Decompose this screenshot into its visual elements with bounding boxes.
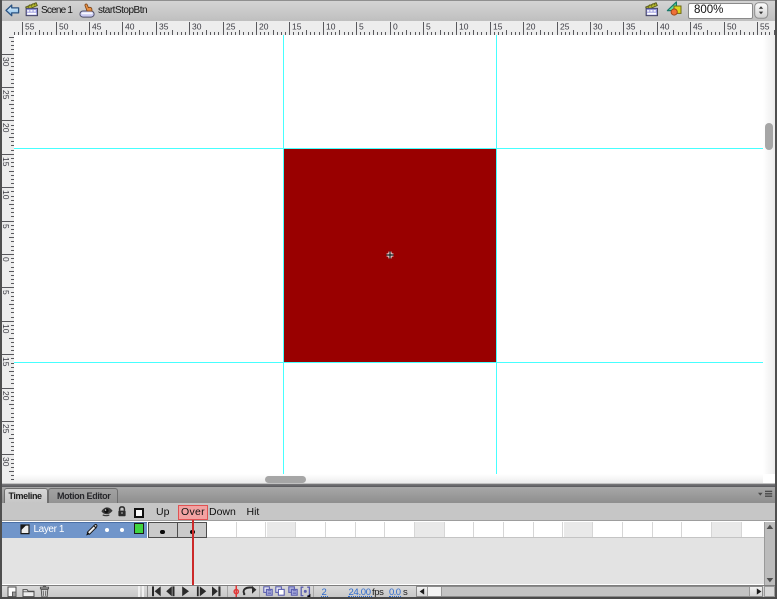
svg-text:30: 30: [1, 57, 11, 67]
svg-text:25: 25: [226, 22, 236, 32]
svg-text:25: 25: [560, 22, 570, 32]
svg-text:55: 55: [760, 22, 770, 32]
svg-text:15: 15: [292, 22, 302, 32]
svg-text:15: 15: [493, 22, 503, 32]
svg-text:50: 50: [59, 22, 69, 32]
svg-text:45: 45: [92, 22, 102, 32]
svg-text:20: 20: [259, 22, 269, 32]
svg-text:15: 15: [1, 157, 11, 167]
svg-text:30: 30: [593, 22, 603, 32]
svg-text:0: 0: [1, 257, 11, 262]
svg-text:0: 0: [393, 22, 398, 32]
svg-text:10: 10: [1, 324, 11, 334]
svg-text:15: 15: [1, 357, 11, 367]
svg-text:10: 10: [1, 190, 11, 200]
svg-text:25: 25: [1, 424, 11, 434]
svg-text:10: 10: [326, 22, 336, 32]
svg-text:20: 20: [1, 123, 11, 133]
svg-text:35: 35: [626, 22, 636, 32]
svg-text:55: 55: [25, 22, 35, 32]
svg-text:20: 20: [526, 22, 536, 32]
svg-text:45: 45: [693, 22, 703, 32]
svg-text:30: 30: [192, 22, 202, 32]
svg-text:50: 50: [727, 22, 737, 32]
svg-text:30: 30: [1, 457, 11, 467]
svg-text:40: 40: [125, 22, 135, 32]
svg-text:20: 20: [1, 391, 11, 401]
svg-text:25: 25: [1, 90, 11, 100]
svg-text:5: 5: [1, 290, 11, 295]
svg-text:5: 5: [1, 224, 11, 229]
svg-text:5: 5: [426, 22, 431, 32]
svg-text:10: 10: [459, 22, 469, 32]
svg-text:40: 40: [660, 22, 670, 32]
svg-text:35: 35: [159, 22, 169, 32]
svg-text:5: 5: [359, 22, 364, 32]
